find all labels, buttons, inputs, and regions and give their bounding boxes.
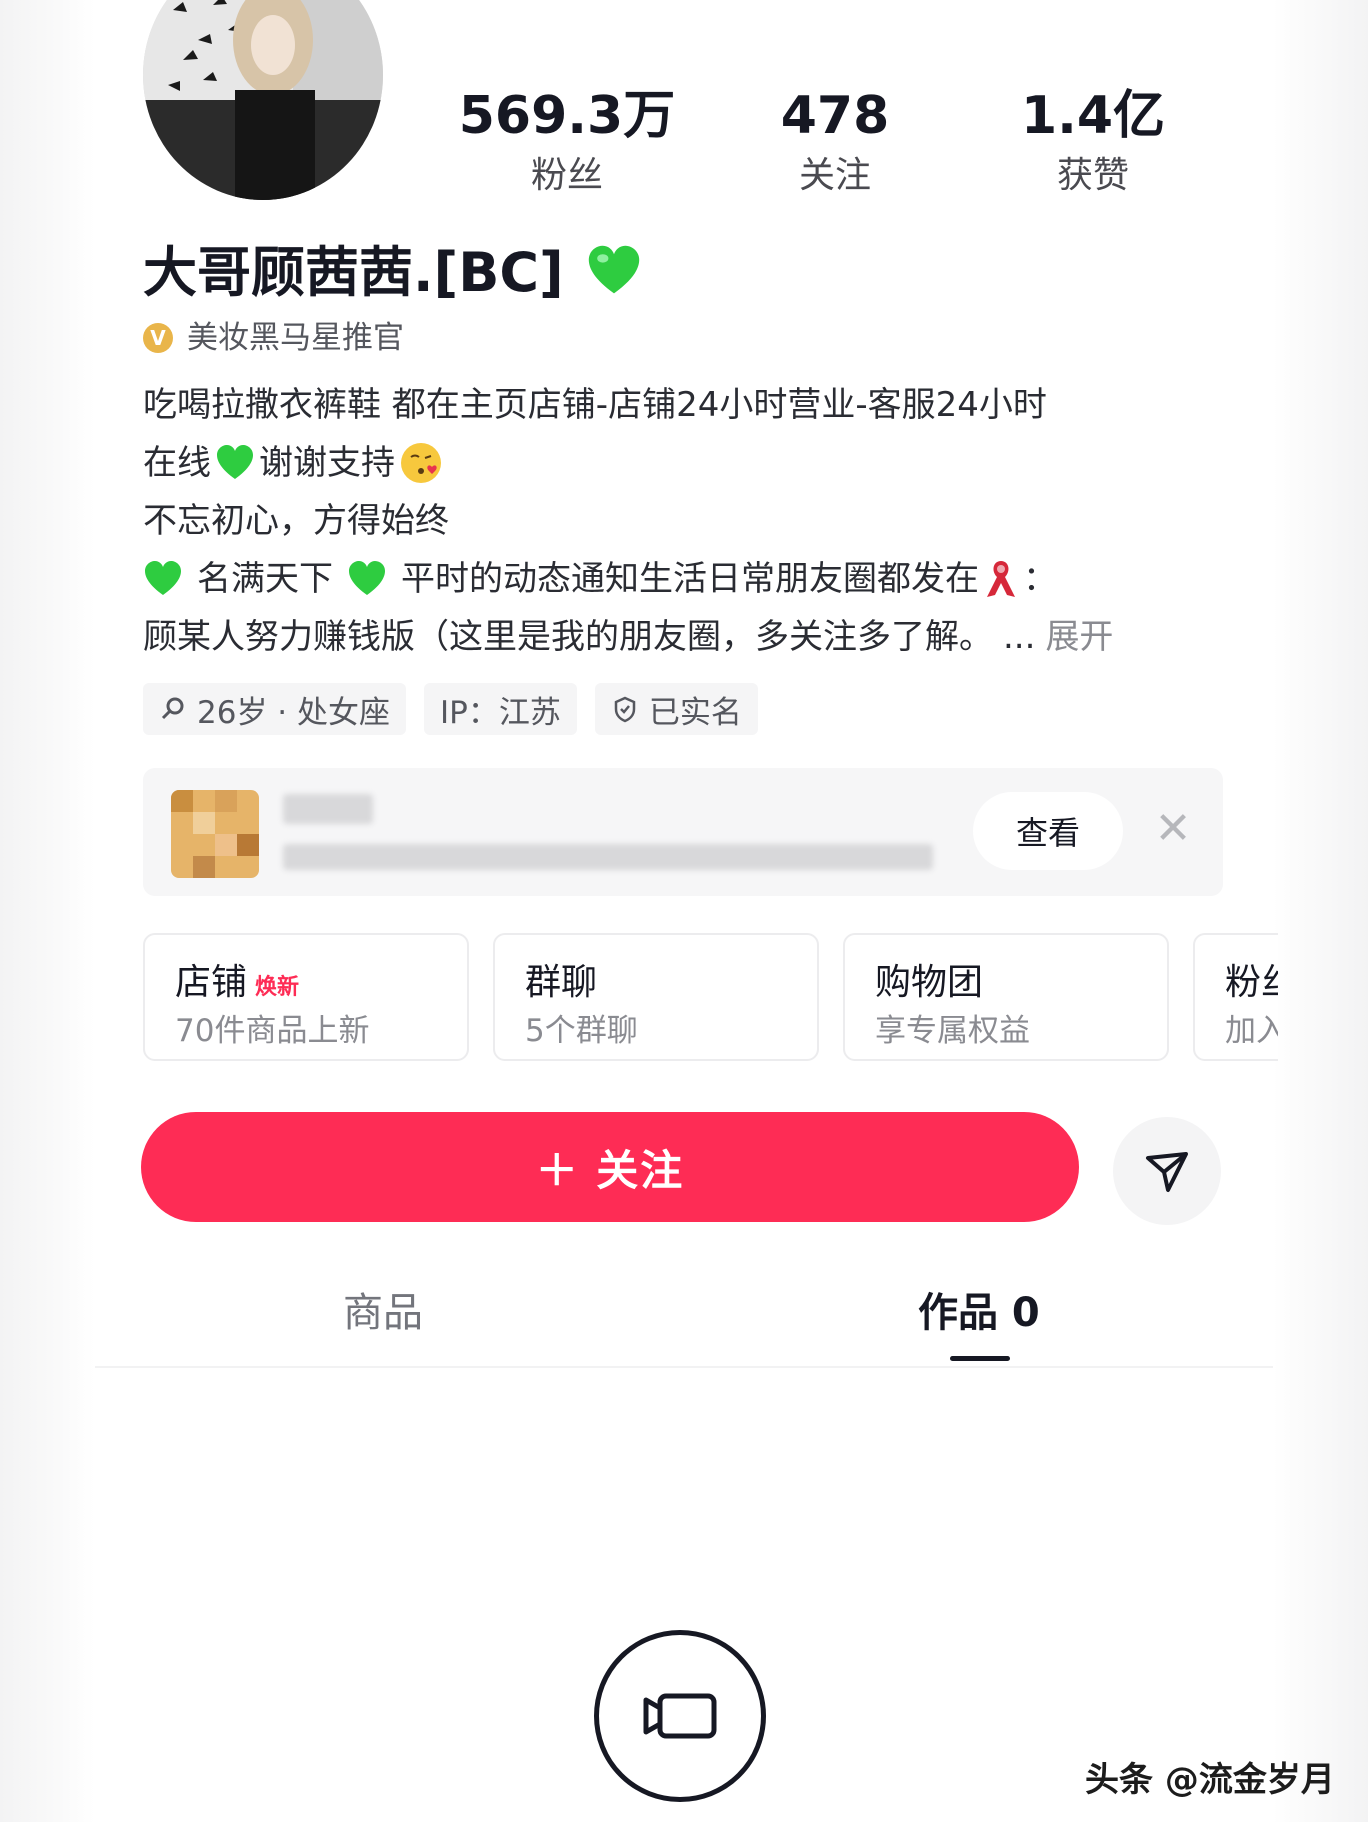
send-icon xyxy=(1146,1152,1188,1192)
tag-age: 26岁 · 处女座 xyxy=(143,683,407,735)
green-heart-icon xyxy=(145,561,181,595)
bio-line-1: 吃喝拉撒衣裤鞋 都在主页店铺-店铺24小时营业-客服24小时 xyxy=(143,376,1223,434)
card-fan-group-sub: 加入 xyxy=(1225,1013,1278,1049)
card-shopping-group-sub: 享专属权益 xyxy=(875,1013,1030,1049)
card-shop[interactable]: 店铺 焕新 70件商品上新 xyxy=(143,933,469,1061)
card-group-chat-title: 群聊 xyxy=(525,962,598,1003)
avatar[interactable] xyxy=(143,0,383,200)
bio-line-4-text-a: 名满天下 xyxy=(197,559,333,599)
green-heart-icon xyxy=(349,561,385,595)
record-button[interactable] xyxy=(594,1630,766,1802)
video-camera-icon xyxy=(643,1693,717,1739)
verification-row: V 美妆黑马星推官 xyxy=(143,316,404,360)
tab-divider xyxy=(95,1366,1273,1368)
card-group-chat-sub: 5个群聊 xyxy=(525,1013,638,1049)
notice-view-button[interactable]: 查看 xyxy=(973,792,1123,870)
tab-products[interactable]: 商品 xyxy=(343,1285,423,1341)
stat-likes-label: 获赞 xyxy=(1056,155,1129,196)
search-icon xyxy=(161,697,184,720)
profile-tags: 26岁 · 处女座 IP：江苏 已实名 xyxy=(143,683,758,735)
card-shopping-group[interactable]: 购物团 享专属权益 xyxy=(843,933,1169,1061)
tag-ip: IP：江苏 xyxy=(424,683,577,735)
shield-icon xyxy=(614,696,636,723)
notice-title-blurred xyxy=(283,794,373,824)
bio-line-4-text-b: 平时的动态通知生活日常朋友圈都发在 xyxy=(401,559,979,599)
page-margin-left xyxy=(0,0,95,1822)
stat-likes-value: 1.4亿 xyxy=(1020,86,1166,146)
stat-following-label: 关注 xyxy=(798,155,871,196)
bio: 吃喝拉撒衣裤鞋 都在主页店铺-店铺24小时营业-客服24小时 在线 谢谢支持 不… xyxy=(143,376,1223,666)
bio-line-2-text-b: 谢谢支持 xyxy=(259,443,395,483)
tab-active-indicator xyxy=(950,1356,1010,1361)
stat-followers[interactable]: 569.3万 粉丝 xyxy=(437,80,697,200)
card-shopping-group-title: 购物团 xyxy=(875,962,984,1003)
tag-verified: 已实名 xyxy=(594,683,758,735)
red-ribbon-icon xyxy=(987,561,1015,597)
bio-line-4: 名满天下 平时的动态通知生活日常朋友圈都发在 ： xyxy=(143,550,1223,608)
stat-following[interactable]: 478 关注 xyxy=(705,80,965,200)
bio-line-3-text: 不忘初心，方得始终 xyxy=(143,501,449,541)
tag-verified-text: 已实名 xyxy=(648,694,742,731)
feature-cards: 店铺焕新 70件商品上新 群聊 5个群聊 购物团 享专属权益 粉丝 加入 xyxy=(143,933,1278,1061)
kiss-emoji-icon xyxy=(401,443,441,483)
share-button[interactable] xyxy=(1113,1117,1221,1225)
card-group-chat[interactable]: 群聊 5个群聊 xyxy=(493,933,819,1061)
green-heart-icon xyxy=(217,445,253,479)
page-margin-right xyxy=(1273,0,1368,1822)
verification-text: 美妆黑马星推官 xyxy=(187,320,404,356)
stat-following-value: 478 xyxy=(780,86,890,146)
tag-ip-text: IP：江苏 xyxy=(440,694,561,731)
profile-name: 大哥顾茜茜.[BC] xyxy=(143,238,646,308)
tab-works[interactable]: 作品 0 xyxy=(918,1285,1040,1341)
card-fan-group[interactable]: 粉丝 加入 xyxy=(1193,933,1278,1061)
watermark: 头条 @流金岁月 xyxy=(1085,1760,1335,1800)
follow-button[interactable]: ＋ 关注 xyxy=(141,1112,1079,1222)
notice-card[interactable]: 查看 ✕ xyxy=(143,768,1223,896)
stat-followers-value: 569.3万 xyxy=(458,86,676,146)
bio-line-1-text: 吃喝拉撒衣裤鞋 都在主页店铺-店铺24小时营业-客服24小时 xyxy=(143,385,1047,425)
close-icon[interactable]: ✕ xyxy=(1143,798,1203,858)
bio-line-3: 不忘初心，方得始终 xyxy=(143,492,1223,550)
card-shop-badge: 焕新 xyxy=(255,975,300,1000)
stat-followers-label: 粉丝 xyxy=(530,155,603,196)
card-shop-title-text: 店铺 xyxy=(175,962,248,1003)
bio-expand-link[interactable]: 展开 xyxy=(1045,608,1113,666)
bio-ellipsis: ... xyxy=(1003,617,1036,657)
profile-name-text: 大哥顾茜茜.[BC] xyxy=(143,241,564,304)
notice-subtitle-blurred xyxy=(283,844,933,870)
card-fan-group-title: 粉丝 xyxy=(1225,962,1278,1003)
tag-age-text: 26岁 · 处女座 xyxy=(197,694,391,731)
stat-likes[interactable]: 1.4亿 获赞 xyxy=(963,80,1223,200)
verified-v-icon: V xyxy=(143,323,173,353)
green-heart-icon xyxy=(589,245,640,294)
notice-thumbnail xyxy=(171,790,259,878)
bio-line-5-text: 顾某人努力赚钱版（这里是我的朋友圈，多关注多了解。 xyxy=(143,617,993,657)
bio-line-2: 在线 谢谢支持 xyxy=(143,434,1223,492)
card-shop-sub: 70件商品上新 xyxy=(175,1013,370,1049)
bio-line-4-text-c: ： xyxy=(1023,559,1057,599)
bio-line-2-text-a: 在线 xyxy=(143,443,211,483)
card-shop-title: 店铺 焕新 xyxy=(175,953,299,1005)
bio-line-5: 顾某人努力赚钱版（这里是我的朋友圈，多关注多了解。 ... 展开 xyxy=(143,608,1223,666)
